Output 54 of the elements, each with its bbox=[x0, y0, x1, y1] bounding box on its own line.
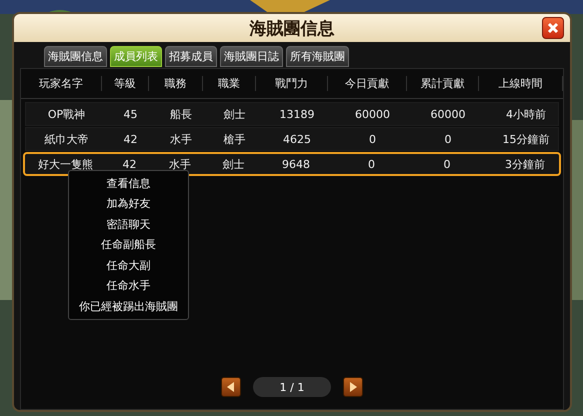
member-row[interactable]: 好大一隻熊 42 水手 劍士 9648 0 0 3分鐘前 bbox=[23, 152, 561, 176]
column-header: 玩家名字 bbox=[21, 76, 102, 91]
table-cell-text: 42 bbox=[122, 158, 138, 170]
table-cell-text: 9648 bbox=[281, 158, 311, 170]
table-cell-text: 船長 bbox=[169, 106, 193, 122]
table-cell-text: 45 bbox=[122, 108, 138, 120]
menu-item[interactable]: 你已經被踢出海賊團 bbox=[69, 296, 188, 316]
tab[interactable]: 海賊團日誌 bbox=[220, 46, 283, 67]
column-header: 戰鬥力 bbox=[256, 76, 328, 91]
table-cell-text: 劍士 bbox=[222, 106, 246, 122]
window-title: 海賊團信息 bbox=[250, 18, 334, 40]
table-cell-text: 3分鐘前 bbox=[504, 156, 546, 172]
table-cell-text: 0 bbox=[367, 158, 376, 170]
table-cell-text: 60000 bbox=[354, 108, 391, 120]
column-header: 等級 bbox=[102, 76, 149, 91]
table-cell-text: OP戰神 bbox=[46, 106, 86, 122]
table-cell-text: 好大一隻熊 bbox=[37, 156, 94, 172]
column-header: 職務 bbox=[149, 76, 203, 91]
table-cell-text: 13189 bbox=[278, 108, 316, 120]
previous-page-button[interactable] bbox=[221, 377, 241, 397]
menu-item[interactable]: 任命大副 bbox=[69, 255, 188, 276]
next-page-button[interactable] bbox=[343, 377, 363, 397]
table-cell-text: 劍士 bbox=[222, 156, 246, 172]
table-cell-text: 4625 bbox=[282, 132, 312, 146]
table-cell-text: 60000 bbox=[430, 108, 466, 120]
tab[interactable]: 海賊團信息 bbox=[44, 46, 107, 67]
close-icon bbox=[547, 22, 559, 34]
table-cell-text: 42 bbox=[122, 132, 138, 146]
table-cell-text: 0 bbox=[368, 132, 377, 146]
tab[interactable]: 招募成員 bbox=[165, 46, 217, 67]
column-header: 上線時間 bbox=[479, 76, 563, 91]
page-indicator: 1 / 1 bbox=[253, 377, 331, 397]
column-header: 今日貢獻 bbox=[328, 76, 407, 91]
menu-item[interactable]: 密語聊天 bbox=[69, 214, 188, 234]
table-cell-text: 0 bbox=[442, 158, 452, 170]
menu-item[interactable]: 查看信息 bbox=[69, 173, 188, 194]
column-header: 職業 bbox=[203, 76, 256, 91]
table-cell-text: 15分鐘前 bbox=[502, 132, 550, 146]
table-cell-text: 紙巾大帝 bbox=[44, 132, 90, 146]
tab[interactable]: 所有海賊團 bbox=[286, 46, 349, 67]
table-cell-text: 水手 bbox=[168, 156, 192, 172]
left-arrow-icon bbox=[227, 382, 235, 392]
table-cell-text: 0 bbox=[444, 132, 452, 146]
member-row[interactable]: OP戰神 45 船長 劍士 13189 60000 60000 4小時前 bbox=[25, 102, 559, 126]
right-arrow-icon bbox=[349, 382, 357, 392]
table-cell-text: 槍手 bbox=[222, 132, 246, 146]
close-button[interactable] bbox=[542, 17, 564, 39]
menu-item[interactable]: 任命水手 bbox=[69, 276, 188, 296]
menu-item[interactable]: 加為好友 bbox=[69, 194, 188, 214]
column-header: 累計貢獻 bbox=[407, 76, 479, 91]
member-row[interactable]: 紙巾大帝 42 水手 槍手 4625 0 0 15分鐘前 bbox=[25, 127, 559, 151]
table-cell-text: 水手 bbox=[169, 132, 193, 146]
table-cell-text: 4小時前 bbox=[505, 106, 547, 122]
menu-item[interactable]: 任命副船長 bbox=[69, 234, 188, 255]
